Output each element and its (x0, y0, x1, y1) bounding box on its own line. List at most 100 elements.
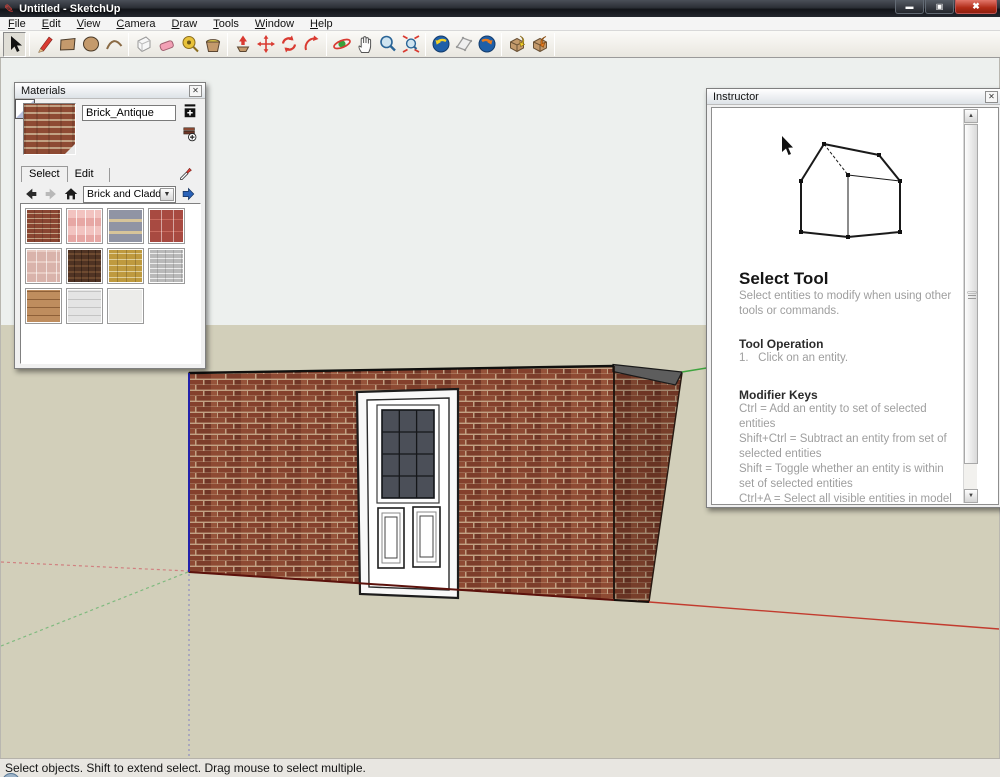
instructor-title: Instructor (713, 91, 759, 103)
make-component-tool-button[interactable] (132, 32, 155, 57)
tab-select[interactable]: Select (21, 166, 68, 182)
get-models-icon (507, 34, 527, 54)
menu-window[interactable]: Window (247, 17, 302, 31)
arc-tool-button[interactable] (102, 32, 125, 57)
collection-dropdown[interactable]: Brick and Cladding ▼ (83, 186, 176, 203)
swatch-granite-block[interactable] (107, 208, 144, 244)
push-pull-tool-button[interactable] (231, 32, 254, 57)
scroll-up-icon[interactable]: ▲ (964, 109, 978, 123)
menu-help[interactable]: Help (302, 17, 341, 31)
home-icon (63, 186, 79, 202)
paint-bucket-tool-button[interactable] (201, 32, 224, 57)
select-tool-button[interactable] (3, 32, 26, 57)
eraser-tool-button[interactable] (155, 32, 178, 57)
toolbar (0, 31, 1000, 58)
rectangle-tool-button[interactable] (56, 32, 79, 57)
menu-draw[interactable]: Draw (164, 17, 206, 31)
materials-titlebar[interactable]: Materials ✕ (15, 83, 205, 99)
next-view-button[interactable] (475, 32, 498, 57)
swatch-antique-brick[interactable] (25, 208, 62, 244)
orbit-tool-button[interactable] (330, 32, 353, 57)
material-preview (23, 103, 76, 155)
close-button[interactable]: ✖ (955, 0, 997, 14)
move-tool-button[interactable] (254, 32, 277, 57)
tool-operation-heading: Tool Operation (739, 337, 960, 351)
line-tool-button[interactable] (33, 32, 56, 57)
get-models-button[interactable] (505, 32, 528, 57)
section-plane-icon (454, 34, 474, 54)
instructor-scrollbar[interactable]: ▲ ▼ (963, 109, 977, 503)
secondary-pane-button[interactable] (181, 102, 198, 120)
swatch-white-painted-brick[interactable] (148, 248, 185, 284)
pan-hand-icon (355, 34, 375, 54)
section-plane-button[interactable] (452, 32, 475, 57)
circle-tool-button[interactable] (79, 32, 102, 57)
tape-measure-icon (180, 34, 200, 54)
select-tool-illustration (732, 114, 972, 252)
materials-close-icon[interactable]: ✕ (189, 85, 202, 97)
offset-tool-button[interactable] (300, 32, 323, 57)
swatch-tan-siding[interactable] (25, 288, 62, 324)
toolbar-separator (227, 33, 228, 56)
instructor-heading: Select Tool (739, 269, 960, 289)
component-box-icon (134, 34, 154, 54)
offset-icon (302, 34, 322, 54)
arc-icon (104, 34, 124, 54)
cursor-arrow-icon (782, 136, 793, 155)
scrollbar-thumb[interactable] (964, 124, 978, 464)
swatch-white-plaster[interactable] (107, 288, 144, 324)
previous-view-button[interactable] (429, 32, 452, 57)
swatch-gray-siding[interactable] (66, 288, 103, 324)
secondary-pane-icon (182, 102, 198, 120)
create-material-icon (182, 125, 198, 143)
zoom-tool-button[interactable] (376, 32, 399, 57)
share-model-icon (530, 34, 550, 54)
back-button[interactable] (21, 185, 41, 203)
instructor-close-icon[interactable]: ✕ (985, 91, 998, 103)
sketchup-logo-icon: ✎ (4, 2, 14, 16)
magnifier-icon (378, 34, 398, 54)
modifier-keys-heading: Modifier Keys (739, 388, 960, 402)
instructor-description: Select entities to modify when using oth… (739, 289, 960, 319)
minimize-button[interactable]: ▬ (895, 0, 924, 14)
details-arrow-icon (180, 186, 196, 202)
back-arrow-icon (23, 186, 39, 202)
circle-icon (81, 34, 101, 54)
swatch-red-pavers[interactable] (148, 208, 185, 244)
swatch-rough-dark-brick[interactable] (66, 248, 103, 284)
menu-camera[interactable]: Camera (108, 17, 163, 31)
scroll-down-icon[interactable]: ▼ (964, 489, 978, 503)
tape-measure-tool-button[interactable] (178, 32, 201, 57)
zoom-extents-tool-button[interactable] (399, 32, 422, 57)
modifier-line: Shift = Toggle whether an entity is with… (739, 462, 960, 492)
toolbar-separator (554, 33, 555, 56)
move-icon (256, 34, 276, 54)
menu-tools[interactable]: Tools (205, 17, 247, 31)
swatch-stone-pavers[interactable] (25, 248, 62, 284)
titlebar: ✎ Untitled - SketchUp ▬ ▣ ✖ (0, 0, 1000, 17)
sample-paint-button[interactable] (178, 163, 195, 181)
materials-panel: Materials ✕ Select Edit (14, 82, 206, 369)
create-material-button[interactable] (181, 125, 198, 143)
rotate-tool-button[interactable] (277, 32, 300, 57)
orbit-icon (332, 34, 352, 54)
share-model-button[interactable] (528, 32, 551, 57)
status-message: Select objects. Shift to extend select. … (5, 761, 366, 775)
home-button[interactable] (61, 185, 81, 203)
material-name-input[interactable] (82, 105, 176, 121)
tab-edit[interactable]: Edit (68, 167, 101, 182)
menu-edit[interactable]: Edit (34, 17, 69, 31)
forward-button[interactable] (41, 185, 61, 203)
menu-file[interactable]: File (0, 17, 34, 31)
swatch-pink-basket-pavers[interactable] (66, 208, 103, 244)
menu-view[interactable]: View (69, 17, 109, 31)
chevron-down-icon[interactable]: ▼ (160, 188, 174, 201)
instructor-titlebar[interactable]: Instructor ✕ (707, 89, 1000, 105)
maximize-button[interactable]: ▣ (925, 0, 954, 14)
details-button[interactable] (178, 185, 198, 203)
push-pull-icon (233, 34, 253, 54)
instructor-content: Select Tool Select entities to modify wh… (711, 107, 999, 505)
pan-tool-button[interactable] (353, 32, 376, 57)
swatch-yellow-brick[interactable] (107, 248, 144, 284)
select-arrow-icon (5, 34, 25, 54)
